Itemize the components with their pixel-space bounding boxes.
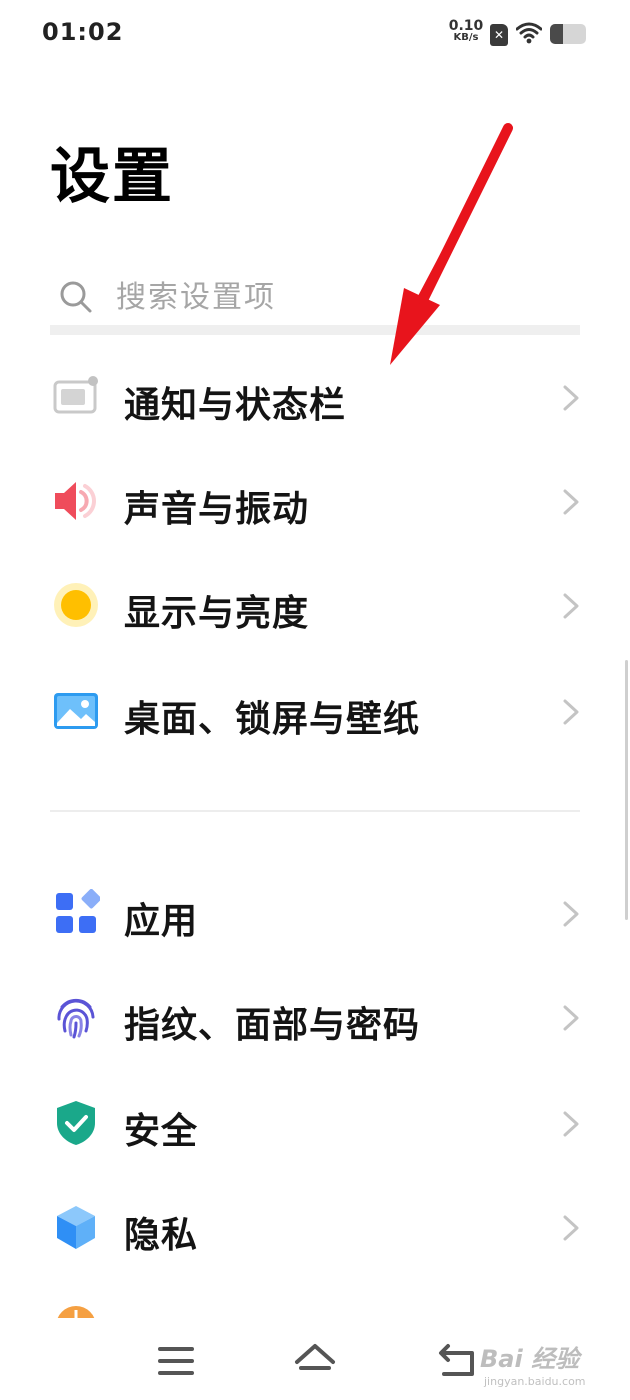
speaker-icon [55, 482, 96, 520]
home-icon[interactable] [285, 1338, 345, 1384]
battery-icon [550, 24, 586, 44]
group-divider [50, 810, 580, 812]
menu-item-sound[interactable]: 声音与振动 [0, 456, 630, 546]
watermark-logo: Bai 经验 [480, 1345, 580, 1373]
menu-item-security[interactable]: 安全 [0, 1078, 630, 1168]
privacy-cube-icon [57, 1206, 95, 1249]
menu-item-notifications[interactable]: 通知与状态栏 [0, 352, 630, 442]
watermark: Bai 经验 jingyan.baidu.com [480, 1335, 620, 1395]
chevron-right-icon [563, 593, 579, 619]
search-icon [60, 281, 92, 313]
chevron-right-icon [563, 385, 579, 411]
network-speed: 0.10 KB/s [448, 18, 484, 44]
apps-icon [56, 889, 100, 933]
menu-item-display[interactable]: 显示与亮度 [0, 560, 630, 650]
chevron-right-icon [563, 901, 579, 927]
no-sim-icon: ✕ [490, 24, 508, 46]
chevron-right-icon [563, 699, 579, 725]
menu-item-wallpaper[interactable]: 桌面、锁屏与壁纸 [0, 666, 630, 756]
network-speed-value: 0.10 [448, 18, 484, 34]
menu-item-apps[interactable]: 应用 [0, 868, 630, 958]
wallpaper-icon [54, 693, 98, 729]
menu-icon[interactable] [146, 1338, 206, 1384]
wifi-icon [516, 22, 542, 44]
search-underline [50, 325, 580, 335]
search-input[interactable] [116, 275, 556, 319]
back-icon[interactable] [428, 1338, 488, 1384]
menu-item-label: 声音与振动 [124, 489, 310, 530]
menu-item-label: 桌面、锁屏与壁纸 [124, 699, 421, 740]
battery-level-fill [550, 24, 563, 44]
chevron-right-icon [563, 1111, 579, 1137]
menu-item-label: 安全 [124, 1111, 199, 1152]
brightness-icon [54, 583, 98, 627]
menu-item-label: 通知与状态栏 [124, 385, 347, 426]
notification-icon [53, 376, 98, 414]
menu-item-label: 应用 [124, 901, 199, 942]
fingerprint-icon [57, 998, 95, 1039]
status-bar: 01:02 0.10 KB/s ✕ [0, 0, 630, 70]
status-time: 01:02 [42, 18, 124, 46]
page-title: 设置 [50, 142, 174, 212]
menu-item-label: 显示与亮度 [124, 593, 310, 634]
menu-item-privacy[interactable]: 隐私 [0, 1182, 630, 1272]
chevron-right-icon [563, 489, 579, 515]
watermark-url: jingyan.baidu.com [484, 1375, 586, 1388]
menu-item-label: 隐私 [124, 1215, 199, 1256]
chevron-right-icon [563, 1005, 579, 1031]
chevron-right-icon [563, 1215, 579, 1241]
menu-item-fingerprint[interactable]: 指纹、面部与密码 [0, 972, 630, 1062]
scrollbar-thumb[interactable] [625, 660, 628, 920]
menu-item-label: 指纹、面部与密码 [124, 1005, 421, 1046]
shield-icon [57, 1101, 95, 1145]
